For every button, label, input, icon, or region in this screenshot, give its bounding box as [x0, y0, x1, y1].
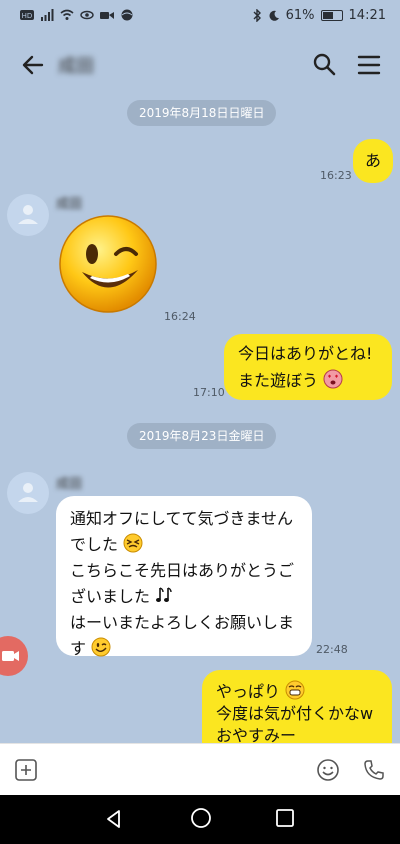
video-icon	[100, 12, 114, 19]
video-call-button[interactable]	[0, 636, 28, 676]
battery-percent: 61%	[285, 8, 315, 23]
outgoing-message-bubble[interactable]: 今日はありがとね! また遊ぼう	[224, 334, 392, 400]
message-time: 22:48	[316, 643, 348, 656]
phone-icon[interactable]	[362, 758, 386, 782]
message-line: やっぱり	[216, 680, 378, 703]
message-line: こちらこそ先日はありがとうご	[70, 561, 295, 580]
message-line: ざいました	[70, 584, 298, 610]
date-separator: 2019年8月23日金曜日	[127, 423, 277, 449]
message-line: また遊ぼう	[238, 367, 378, 394]
back-arrow-icon[interactable]	[20, 52, 46, 78]
music-notes-icon	[156, 587, 172, 602]
clock: 14:21	[348, 8, 386, 23]
date-separator: 2019年8月18日日曜日	[127, 100, 277, 126]
bluetooth-icon	[253, 9, 261, 22]
message-time: 16:23	[320, 169, 352, 182]
message-input-bar	[0, 743, 400, 795]
person-icon	[18, 483, 38, 502]
message-line: 今度は気が付くかなw	[216, 704, 374, 723]
message-line: す	[70, 636, 298, 662]
contact-name[interactable]: 成田	[58, 52, 94, 78]
eye-icon	[80, 10, 94, 20]
message-time: 16:24	[164, 310, 196, 323]
system-navigation-bar	[0, 795, 400, 844]
wink-emoji-icon	[91, 637, 111, 657]
avatar[interactable]	[7, 472, 49, 514]
message-line: 今日はありがとね!	[238, 344, 373, 363]
outgoing-message-bubble[interactable]: あ	[353, 139, 393, 183]
wink-emoji-sticker[interactable]	[58, 214, 158, 314]
battery-fill	[322, 12, 333, 19]
wifi-icon	[60, 9, 74, 20]
svg-text:HD: HD	[22, 12, 33, 20]
menu-icon[interactable]	[357, 54, 381, 76]
battery-icon	[320, 10, 343, 21]
status-bar: HD 61% 14:21	[0, 0, 400, 34]
signal-icon	[41, 9, 54, 21]
message-time: 17:10	[193, 386, 225, 399]
person-icon	[18, 205, 38, 224]
message-line: 通知オフにしてて気づきません	[70, 509, 294, 528]
emoji-icon[interactable]	[316, 758, 340, 782]
grimace-emoji-icon	[123, 533, 143, 553]
search-icon[interactable]	[312, 52, 336, 76]
ball-icon	[121, 9, 133, 21]
message-line: でした	[70, 532, 298, 558]
sender-name: 成田	[56, 197, 83, 212]
plus-icon[interactable]	[14, 758, 38, 782]
status-right-icons: 61% 14:21	[252, 8, 386, 23]
laughing-emoji-icon	[285, 680, 305, 700]
nav-home-icon[interactable]	[190, 807, 212, 829]
moon-icon	[269, 10, 279, 21]
status-left-icons: HD	[20, 9, 134, 21]
nav-back-icon[interactable]	[104, 809, 124, 829]
message-line: はーいまたよろしくお願いしま	[70, 613, 295, 632]
chat-header: 成田	[0, 34, 400, 96]
sender-name: 成田	[56, 477, 83, 492]
avatar[interactable]	[7, 194, 49, 236]
nav-recent-icon[interactable]	[275, 808, 295, 828]
hd-icon: HD	[20, 10, 34, 20]
video-camera-icon	[2, 651, 19, 661]
heart-eyes-emoji-icon	[323, 369, 343, 389]
incoming-message-bubble[interactable]: 通知オフにしてて気づきません でした こちらこそ先日はありがとうご ざいました …	[56, 496, 312, 658]
